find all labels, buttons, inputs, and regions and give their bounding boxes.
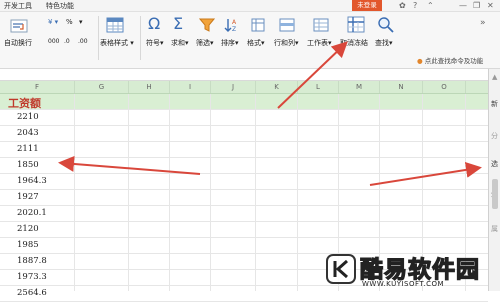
annotation-arrows [58,41,482,186]
site-watermark: 酷易软件园 WWW.KUYISOFT.COM [326,250,500,291]
watermark-url: WWW.KUYISOFT.COM [362,280,445,288]
arrow-to-side-panel [369,161,482,186]
watermark-logo-icon [326,254,356,284]
arrow-to-column-f [58,155,201,175]
watermark-brand: 酷易软件园 [359,256,480,283]
arrow-to-unfreeze [277,41,348,109]
